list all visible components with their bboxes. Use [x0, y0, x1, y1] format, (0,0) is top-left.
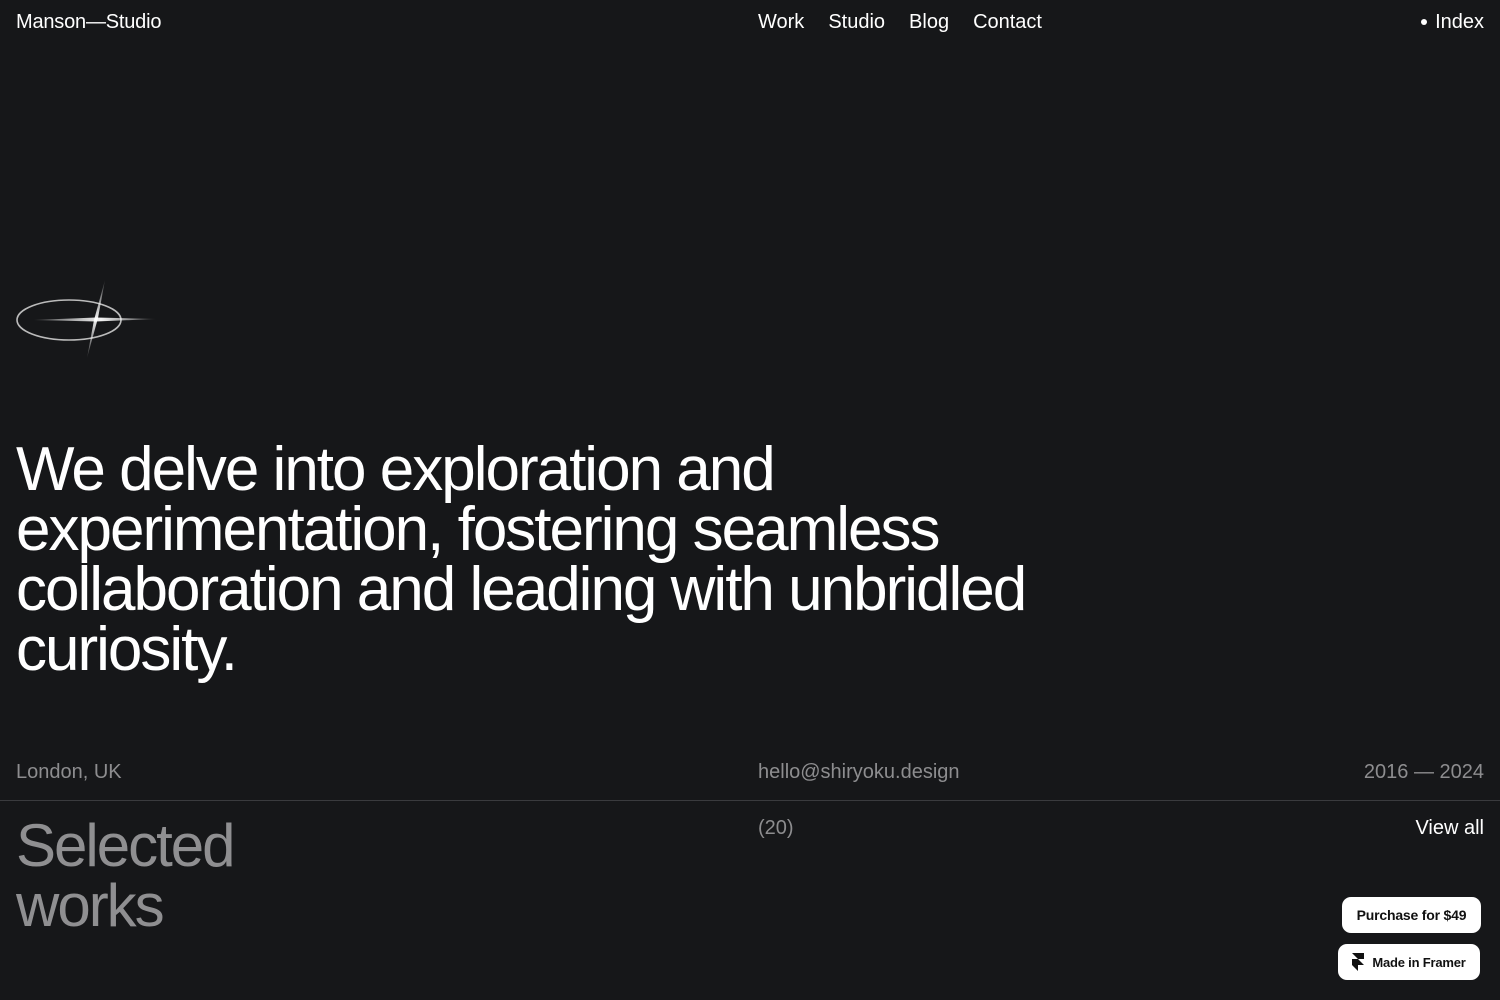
main-nav: Work Studio Blog Contact: [758, 10, 1042, 34]
hero-line-4: curiosity.: [16, 615, 238, 684]
hero-line-3: collaboration and leading with unbridled: [16, 555, 1027, 624]
dot-icon: [1421, 19, 1428, 25]
index-link[interactable]: Index: [1421, 10, 1484, 34]
orbit-star-logo-icon: [16, 280, 156, 358]
framer-label: Made in Framer: [1372, 954, 1466, 970]
nav-item-contact[interactable]: Contact: [973, 10, 1042, 34]
index-label: Index: [1435, 11, 1484, 33]
view-all-link[interactable]: View all: [1415, 816, 1484, 840]
section-title-line-2: works: [16, 872, 165, 939]
purchase-button[interactable]: Purchase for $49: [1342, 897, 1481, 933]
hero-line-1: We delve into exploration and: [16, 435, 776, 504]
location-text: London, UK: [16, 761, 122, 783]
section-divider: [0, 800, 1500, 801]
nav-item-blog[interactable]: Blog: [909, 10, 949, 34]
works-count: (20): [758, 817, 794, 839]
page: Manson—Studio Work Studio Blog Contact I…: [0, 0, 1500, 1000]
selected-works-title: Selected works: [16, 816, 316, 936]
hero-line-2: experimentation, fostering seamless: [16, 495, 940, 564]
section-title-line-1: Selected: [16, 812, 235, 879]
nav-item-work[interactable]: Work: [758, 10, 804, 34]
hero-headline: We delve into exploration and experiment…: [16, 439, 1076, 681]
made-in-framer-button[interactable]: Made in Framer: [1338, 944, 1480, 980]
framer-logo-icon: [1352, 953, 1365, 971]
nav-item-studio[interactable]: Studio: [828, 10, 885, 34]
brand-logo-text[interactable]: Manson—Studio: [16, 10, 161, 34]
years-text: 2016 — 2024: [1363, 761, 1484, 783]
email-link[interactable]: hello@shiryoku.design: [758, 760, 960, 784]
